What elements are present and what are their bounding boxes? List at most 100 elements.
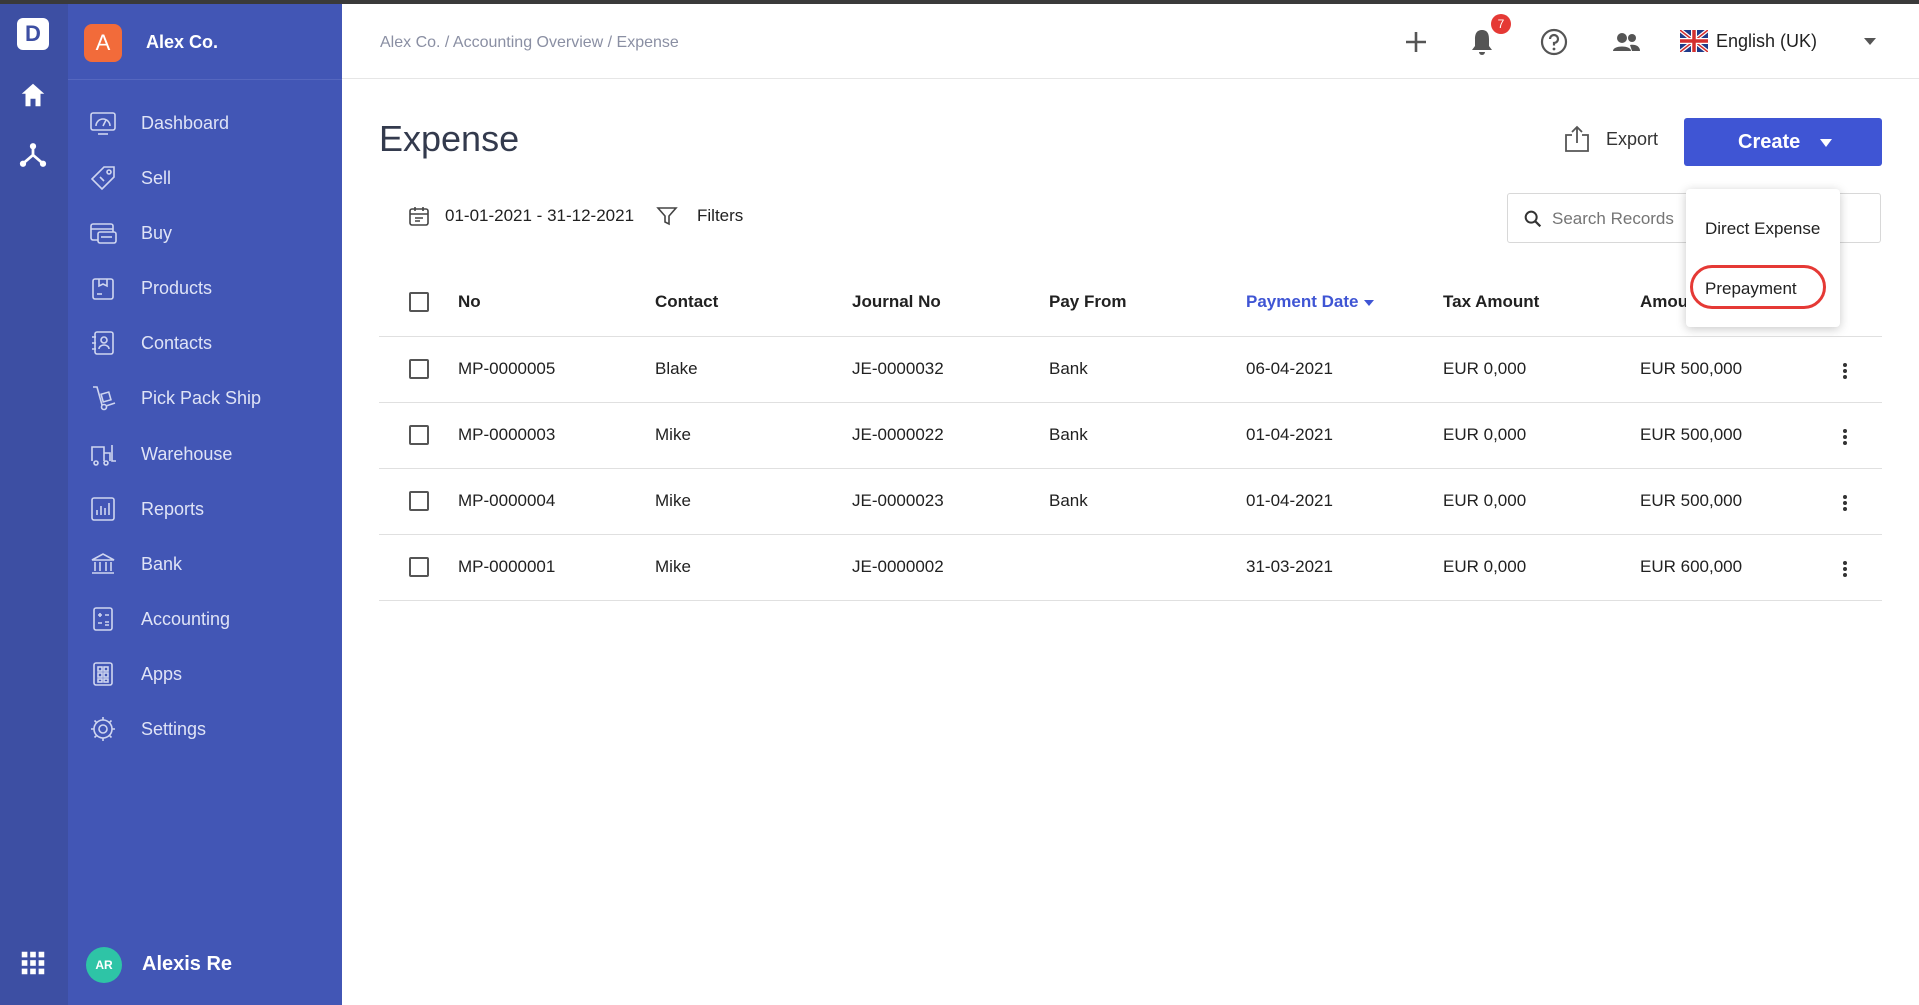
notification-badge: 7	[1491, 14, 1511, 34]
warehouse-forklift-icon	[88, 439, 118, 469]
filters-button[interactable]: Filters	[655, 204, 743, 228]
cell-pay-from: Bank	[1049, 359, 1088, 378]
sidebar-item-label: Apps	[141, 663, 183, 684]
sidebar-item-label: Buy	[141, 222, 173, 243]
cell-journal-no: JE-0000022	[852, 425, 944, 444]
sidebar-item-label: Contacts	[141, 332, 213, 353]
column-header-no[interactable]: No	[458, 292, 481, 312]
table-row[interactable]: MP-0000004 Mike JE-0000023 Bank 01-04-20…	[379, 469, 1882, 535]
export-icon	[1565, 125, 1589, 152]
sidebar-item-label: Warehouse	[141, 443, 233, 464]
cell-tax-amount: EUR 0,000	[1443, 557, 1527, 576]
column-header-contact[interactable]: Contact	[655, 292, 718, 312]
sidebar-item-label: Accounting	[141, 608, 231, 629]
menu-item-direct-expense[interactable]: Direct Expense	[1705, 219, 1820, 239]
chevron-down-icon[interactable]	[1864, 38, 1876, 45]
app-logo[interactable]: D	[17, 18, 49, 50]
hierarchy-icon[interactable]	[18, 140, 48, 170]
table-header-row: No Contact Journal No Pay From Payment D…	[379, 270, 1882, 337]
breadcrumb[interactable]: Alex Co. / Accounting Overview / Expense	[380, 34, 679, 52]
expense-table: No Contact Journal No Pay From Payment D…	[379, 270, 1882, 601]
column-header-amount[interactable]: Amou	[1640, 292, 1688, 312]
column-header-tax-amount[interactable]: Tax Amount	[1443, 292, 1539, 312]
apps-launcher-icon[interactable]	[18, 948, 48, 978]
help-icon[interactable]	[1538, 26, 1570, 58]
plus-icon[interactable]	[1400, 26, 1432, 58]
sidebar: A Alex Co. Dashboard Sell Buy Products C…	[68, 4, 342, 1005]
sidebar-item-settings[interactable]: Settings	[68, 704, 342, 754]
column-header-pay-from[interactable]: Pay From	[1049, 292, 1126, 312]
sidebar-item-dashboard[interactable]: Dashboard	[68, 98, 342, 148]
page-title: Expense	[379, 118, 520, 159]
cell-no: MP-0000003	[458, 425, 556, 444]
date-range-label: 01-01-2021 - 31-12-2021	[445, 206, 635, 225]
funnel-icon	[656, 207, 678, 226]
calendar-icon	[409, 207, 429, 226]
bank-icon	[88, 549, 118, 579]
language-selector[interactable]: English (UK)	[1680, 30, 1817, 52]
sidebar-item-label: Pick Pack Ship	[141, 387, 262, 408]
export-label: Export	[1606, 128, 1659, 149]
products-box-icon	[88, 273, 118, 303]
cell-no: MP-0000004	[458, 491, 556, 510]
sidebar-item-products[interactable]: Products	[68, 263, 342, 313]
cell-payment-date: 01-04-2021	[1246, 491, 1333, 510]
sort-desc-icon	[1364, 299, 1375, 306]
cell-amount: EUR 500,000	[1640, 491, 1743, 510]
more-vertical-icon[interactable]	[1835, 427, 1855, 449]
menu-item-prepayment[interactable]: Prepayment	[1705, 279, 1797, 299]
row-checkbox[interactable]	[409, 425, 429, 445]
org-name: Alex Co.	[146, 32, 219, 52]
select-all-checkbox[interactable]	[409, 292, 429, 312]
cell-pay-from: Bank	[1049, 425, 1088, 444]
top-header: Alex Co. / Accounting Overview / Expense…	[342, 4, 1919, 79]
create-button[interactable]: Create	[1684, 118, 1882, 166]
org-badge: A	[84, 24, 122, 62]
column-header-payment-date[interactable]: Payment Date	[1246, 292, 1375, 312]
sidebar-item-warehouse[interactable]: Warehouse	[68, 429, 342, 479]
more-vertical-icon[interactable]	[1835, 559, 1855, 581]
caret-down-icon	[1820, 139, 1832, 147]
cell-amount: EUR 500,000	[1640, 359, 1743, 378]
dashboard-icon	[88, 108, 118, 138]
org-switcher[interactable]: A Alex Co.	[68, 4, 342, 80]
column-header-journal-no[interactable]: Journal No	[852, 292, 941, 312]
cell-tax-amount: EUR 0,000	[1443, 359, 1527, 378]
export-button[interactable]: Export	[1562, 124, 1658, 154]
sidebar-item-reports[interactable]: Reports	[68, 484, 342, 534]
users-icon[interactable]	[1610, 26, 1642, 58]
sidebar-item-bank[interactable]: Bank	[68, 539, 342, 589]
cell-journal-no: JE-0000023	[852, 491, 944, 510]
row-checkbox[interactable]	[409, 557, 429, 577]
sidebar-item-pick-pack-ship[interactable]: Pick Pack Ship	[68, 373, 342, 423]
apps-grid-icon	[88, 659, 118, 689]
language-label: English (UK)	[1716, 30, 1818, 51]
sell-tag-icon	[88, 163, 118, 193]
cell-contact: Mike	[655, 425, 691, 444]
buy-card-icon	[88, 218, 118, 248]
calculator-icon	[88, 604, 118, 634]
cell-amount: EUR 600,000	[1640, 557, 1743, 576]
cell-tax-amount: EUR 0,000	[1443, 491, 1527, 510]
table-row[interactable]: MP-0000005 Blake JE-0000032 Bank 06-04-2…	[379, 337, 1882, 403]
date-range-picker[interactable]: 01-01-2021 - 31-12-2021	[407, 204, 634, 228]
sidebar-item-sell[interactable]: Sell	[68, 153, 342, 203]
table-row[interactable]: MP-0000001 Mike JE-0000002 31-03-2021 EU…	[379, 535, 1882, 601]
create-label: Create	[1738, 130, 1801, 153]
home-icon[interactable]	[18, 80, 48, 110]
sidebar-item-buy[interactable]: Buy	[68, 208, 342, 258]
table-row[interactable]: MP-0000003 Mike JE-0000022 Bank 01-04-20…	[379, 403, 1882, 469]
more-vertical-icon[interactable]	[1835, 493, 1855, 515]
sidebar-item-contacts[interactable]: Contacts	[68, 318, 342, 368]
cell-payment-date: 06-04-2021	[1246, 359, 1333, 378]
row-checkbox[interactable]	[409, 359, 429, 379]
cell-contact: Mike	[655, 557, 691, 576]
row-checkbox[interactable]	[409, 491, 429, 511]
sidebar-item-apps[interactable]: Apps	[68, 649, 342, 699]
cell-payment-date: 01-04-2021	[1246, 425, 1333, 444]
cell-journal-no: JE-0000032	[852, 359, 944, 378]
hand-truck-icon	[88, 383, 118, 413]
more-vertical-icon[interactable]	[1835, 361, 1855, 383]
user-name: Alexis Re	[142, 953, 233, 975]
sidebar-item-accounting[interactable]: Accounting	[68, 594, 342, 644]
